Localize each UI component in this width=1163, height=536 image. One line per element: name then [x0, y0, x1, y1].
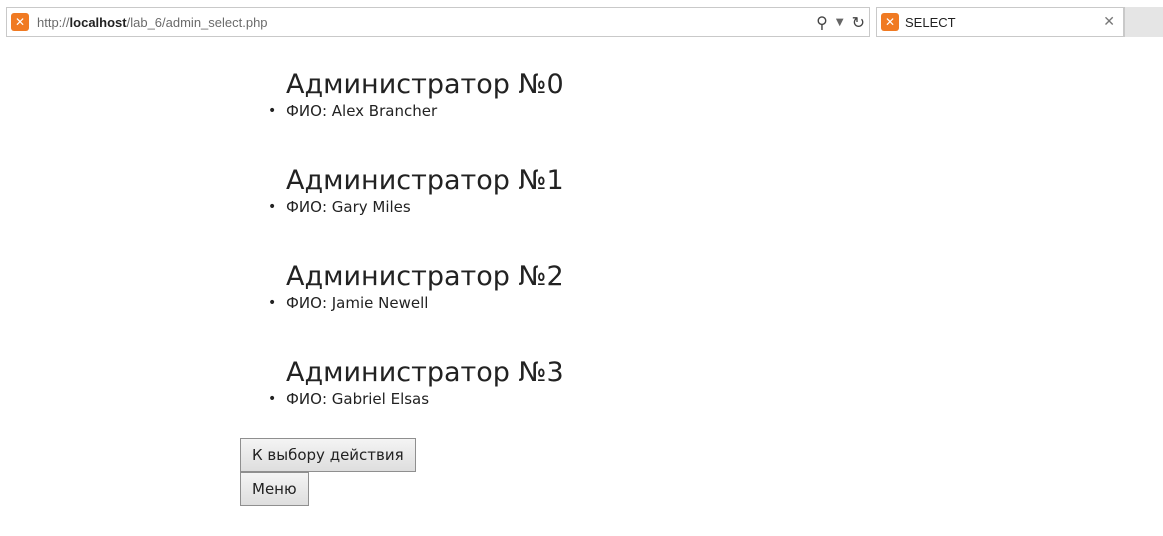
address-bar-tools: ⚲ ▼ ↻ [816, 8, 865, 36]
admin-heading: Администратор №0 [286, 69, 564, 100]
admin-heading: Администратор №2 [286, 261, 564, 292]
admin-block: Администратор №3 • ФИО: Gabriel Elsas [240, 338, 940, 434]
address-bar[interactable]: ✕ http://localhost/lab_6/admin_select.ph… [6, 7, 870, 37]
tab-select[interactable]: ✕ SELECT ✕ [876, 7, 1124, 37]
browser-chrome: ✕ http://localhost/lab_6/admin_select.ph… [0, 0, 1163, 40]
new-tab-area[interactable] [1124, 7, 1163, 37]
admin-details-list: • ФИО: Gabriel Elsas [240, 388, 940, 434]
back-to-actions-button[interactable]: К выбору действия [240, 438, 416, 472]
url-prefix: http:// [37, 14, 70, 30]
refresh-icon[interactable]: ↻ [852, 13, 865, 32]
list-item: • ФИО: Alex Brancher [268, 100, 940, 122]
admin-block: Администратор №1 • ФИО: Gary Miles [240, 146, 940, 242]
admin-heading: Администратор №3 [286, 357, 564, 388]
bullet-icon: • [268, 391, 277, 407]
xampp-icon: ✕ [11, 13, 29, 31]
admin-fio: ФИО: Alex Brancher [286, 102, 438, 120]
url-path: /lab_6/admin_select.php [126, 14, 268, 30]
list-item: • ФИО: Gabriel Elsas [268, 388, 940, 410]
admin-fio: ФИО: Gary Miles [286, 198, 411, 216]
admin-fio: ФИО: Gabriel Elsas [286, 390, 430, 408]
menu-button[interactable]: Меню [240, 472, 309, 506]
admin-block: Администратор №2 • ФИО: Jamie Newell [240, 242, 940, 338]
admin-details-list: • ФИО: Jamie Newell [240, 292, 940, 338]
url-host: localhost [69, 14, 127, 30]
bullet-icon: • [268, 199, 277, 215]
list-item: • ФИО: Jamie Newell [268, 292, 940, 314]
page-content: Администратор №0 • ФИО: Alex Brancher Адм… [240, 50, 940, 506]
admin-details-list: • ФИО: Gary Miles [240, 196, 940, 242]
bullet-icon: • [268, 295, 277, 311]
list-item: • ФИО: Gary Miles [268, 196, 940, 218]
admin-fio: ФИО: Jamie Newell [286, 294, 429, 312]
search-icon[interactable]: ⚲ [816, 13, 828, 32]
close-icon[interactable]: ✕ [1103, 14, 1115, 30]
action-buttons: К выбору действия Меню [240, 438, 940, 506]
admin-heading: Администратор №1 [286, 165, 564, 196]
xampp-icon: ✕ [881, 13, 899, 31]
bullet-icon: • [268, 103, 277, 119]
tab-title: SELECT [905, 14, 956, 30]
chevron-down-icon[interactable]: ▼ [836, 17, 844, 28]
url-text[interactable]: http://localhost/lab_6/admin_select.php [37, 15, 268, 30]
admin-block: Администратор №0 • ФИО: Alex Brancher [240, 50, 940, 146]
admin-details-list: • ФИО: Alex Brancher [240, 100, 940, 146]
